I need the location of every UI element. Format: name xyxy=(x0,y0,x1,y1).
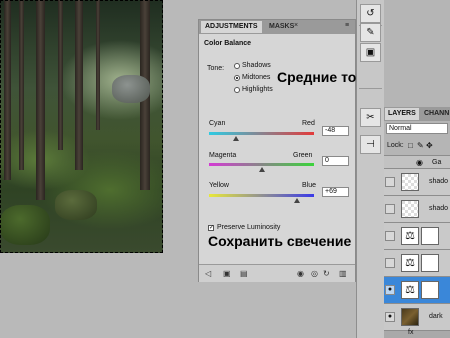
layer-mask-thumbnail xyxy=(421,281,439,299)
preserve-luminosity-label: Preserve Luminosity xyxy=(217,224,281,231)
radio-midtones-label: Midtones xyxy=(242,74,271,81)
slider-right-label: Red xyxy=(302,120,315,127)
color-balance-icon: ⚖ xyxy=(401,281,419,299)
close-tab-icon[interactable]: × xyxy=(294,22,298,29)
tab-layers[interactable]: LAYERS xyxy=(385,108,419,120)
layer-thumbnail xyxy=(401,308,419,326)
yellow-blue-slider[interactable] xyxy=(209,194,314,197)
adjustment-title: Color Balance xyxy=(204,40,252,47)
cyan-red-value[interactable]: -48 xyxy=(322,126,349,136)
eye-icon[interactable]: ◉ xyxy=(416,158,423,167)
layer-row[interactable]: ⚖ xyxy=(384,223,450,250)
panel-menu-icon[interactable]: ≡ xyxy=(345,22,349,29)
back-arrow-icon[interactable]: ◁ xyxy=(205,269,211,278)
slider-left-label: Yellow xyxy=(209,182,229,189)
slider-left-label: Cyan xyxy=(209,120,226,127)
layer-thumbnail xyxy=(401,200,419,218)
group-row[interactable]: ◉ Ga xyxy=(384,155,450,169)
radio-shadows[interactable] xyxy=(234,63,240,69)
lock-transparent-icon[interactable]: □ xyxy=(408,141,413,150)
layer-name: dark xyxy=(429,313,443,320)
tab-channels[interactable]: CHANN xyxy=(421,108,450,120)
lock-image-icon[interactable]: ✎ xyxy=(417,141,424,150)
slider-right-label: Green xyxy=(293,152,313,159)
brush-preset-icon[interactable]: ✎ xyxy=(360,23,381,42)
cyan-red-slider-thumb[interactable] xyxy=(233,136,240,141)
color-balance-icon: ⚖ xyxy=(401,227,419,245)
layer-thumbnail xyxy=(401,173,419,191)
visibility-toggle[interactable]: ● xyxy=(385,285,395,295)
radio-midtones[interactable] xyxy=(234,75,240,81)
tool-presets-icon[interactable]: ✂ xyxy=(360,108,381,127)
yellow-blue-slider-thumb[interactable] xyxy=(294,198,301,203)
selection-marquee xyxy=(0,0,163,253)
history-tool-icon[interactable]: ↺ xyxy=(360,4,381,23)
tone-label: Tone: xyxy=(207,65,225,72)
layer-name: shado xyxy=(429,205,449,212)
layer-row[interactable]: ● dark xyxy=(384,304,450,331)
clone-source-icon[interactable]: ▣ xyxy=(360,43,381,62)
visibility-toggle[interactable] xyxy=(385,258,395,268)
reset-icon[interactable]: ↻ xyxy=(323,269,330,278)
radio-shadows-label: Shadows xyxy=(242,62,271,69)
layer-mask-thumbnail xyxy=(421,254,439,272)
layers-panel: LAYERS CHANN Normal Lock: □ ✎ ✥ ◉ Ga sha… xyxy=(384,0,450,338)
magenta-green-slider[interactable] xyxy=(209,163,314,166)
preserve-annotation: Сохранить свечение xyxy=(208,233,352,249)
magenta-green-value[interactable]: 0 xyxy=(322,156,349,166)
delete-icon[interactable]: ▥ xyxy=(339,269,347,278)
color-balance-icon: ⚖ xyxy=(401,254,419,272)
layer-row[interactable]: ⚖ xyxy=(384,250,450,277)
radio-highlights[interactable] xyxy=(234,87,240,93)
document-canvas[interactable] xyxy=(0,0,163,253)
cyan-red-slider[interactable] xyxy=(209,132,314,135)
group-name: Ga xyxy=(432,159,442,166)
layer-row[interactable]: shado xyxy=(384,169,450,196)
layer-row-selected[interactable]: ● ⚖ xyxy=(384,277,450,304)
paths-icon[interactable]: ⊣ xyxy=(360,135,381,154)
eye-icon[interactable]: ◎ xyxy=(311,269,318,278)
yellow-blue-value[interactable]: +69 xyxy=(322,187,349,197)
layer-row[interactable]: shado xyxy=(384,196,450,223)
magenta-green-slider-thumb[interactable] xyxy=(258,167,265,172)
view-previous-icon[interactable]: ◉ xyxy=(297,269,304,278)
tools-panel: ↺ ✎ ▣ ✂ ⊣ xyxy=(356,0,384,338)
preserve-luminosity-checkbox[interactable]: ✓ xyxy=(208,225,214,231)
fx-icon[interactable]: fx xyxy=(408,329,413,336)
visibility-toggle[interactable] xyxy=(385,204,395,214)
visibility-toggle[interactable] xyxy=(385,231,395,241)
clip-to-layer-icon[interactable]: ▣ xyxy=(223,269,231,278)
layers-footer: fx xyxy=(384,329,450,338)
visibility-toggle[interactable]: ● xyxy=(385,312,395,322)
layer-mask-thumbnail xyxy=(421,227,439,245)
layer-view-icon[interactable]: ▤ xyxy=(240,269,248,278)
adjustments-panel: ADJUSTMENTS MASKS × ≡ Color Balance Tone… xyxy=(198,19,373,282)
slider-left-label: Magenta xyxy=(209,152,237,159)
divider xyxy=(359,88,382,89)
radio-highlights-label: Highlights xyxy=(242,86,273,93)
panel-bottom-bar: ◁ ▣ ▤ ◉ ◎ ↻ ▥ xyxy=(199,264,355,282)
layer-name: shado xyxy=(429,178,449,185)
lock-label: Lock: xyxy=(387,142,404,149)
visibility-toggle[interactable] xyxy=(385,177,395,187)
lock-position-icon[interactable]: ✥ xyxy=(426,141,433,150)
panel-tab-bar: ADJUSTMENTS MASKS × ≡ xyxy=(199,20,355,34)
tab-adjustments[interactable]: ADJUSTMENTS xyxy=(201,21,262,33)
slider-right-label: Blue xyxy=(302,182,317,189)
blend-mode-select[interactable]: Normal xyxy=(386,123,448,134)
